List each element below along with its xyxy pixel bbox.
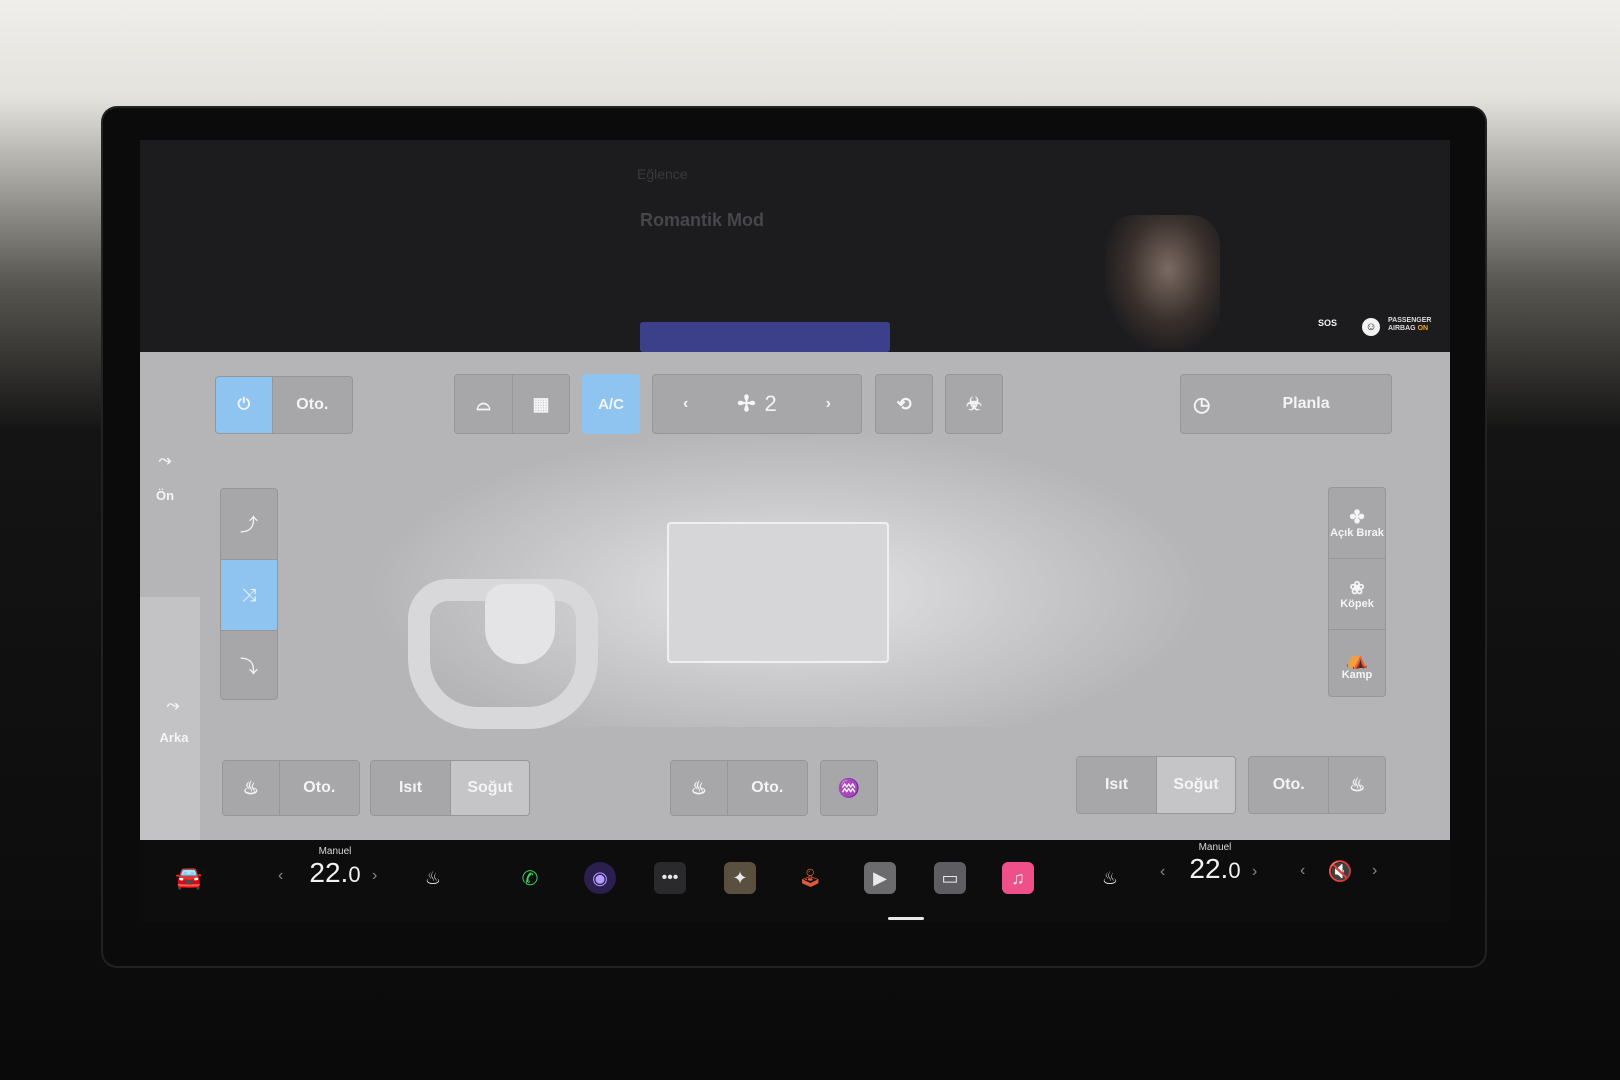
steering-heat-group: ♨ Oto. <box>670 760 808 816</box>
passenger-temp-value: 22.0 <box>1189 853 1241 884</box>
passenger-airbag-status: PASSENGER AIRBAG ON <box>1388 317 1432 332</box>
rear-label[interactable]: Arka <box>154 730 194 745</box>
media-background: Eğlence Romantik Mod <box>140 140 1450 352</box>
driver-temp-decrease[interactable]: ‹ <box>278 867 283 885</box>
media-artwork <box>1105 215 1220 350</box>
camp-mode[interactable]: ⛺ Kamp <box>1329 629 1385 696</box>
recirculate-icon[interactable]: ⟲ <box>875 374 933 434</box>
rear-vent-icon: ⤳ <box>166 697 180 714</box>
ac-button[interactable]: A/C <box>582 374 640 434</box>
sos-indicator: SOS <box>1318 318 1338 328</box>
feet-vent-icon[interactable]: ⤵ <box>221 630 277 699</box>
fan-increase-button[interactable]: › <box>826 395 831 413</box>
defrost-front-icon[interactable]: ⌓ <box>455 375 512 433</box>
driver-seat-auto-button[interactable]: Oto. <box>278 761 359 815</box>
fan-speed-control: ‹ ✢ 2 › <box>652 374 862 434</box>
passenger-cool-button[interactable]: Soğut <box>1156 757 1235 813</box>
dashcam-icon[interactable]: ▭ <box>934 862 966 894</box>
climate-auto-button[interactable]: Oto. <box>271 377 352 433</box>
fan-icon: ✤ <box>1349 507 1365 527</box>
phone-icon[interactable]: ✆ <box>514 862 546 894</box>
media-action-button <box>640 322 890 352</box>
passenger-seat-heat-group: Oto. ♨ <box>1248 756 1386 814</box>
passenger-temp-mode: Manuel <box>1198 842 1232 853</box>
volume-decrease[interactable]: ‹ <box>1300 862 1305 880</box>
fan-icon: ✢ <box>737 391 756 416</box>
screen: Eğlence Romantik Mod SOS ☺ PASSENGER AIR… <box>140 140 1450 922</box>
keep-on-mode[interactable]: ✤ Açık Bırak <box>1329 488 1385 558</box>
driver-temp-increase[interactable]: › <box>372 867 377 885</box>
volume-increase[interactable]: › <box>1372 862 1377 880</box>
steering-auto-button[interactable]: Oto. <box>726 761 807 815</box>
fan-decrease-button[interactable]: ‹ <box>683 395 688 413</box>
driver-temp-mode: Manuel <box>318 846 352 857</box>
tent-icon: ⛺ <box>1345 649 1369 669</box>
passenger-heat-cool-toggle: Isıt Soğut <box>1076 756 1236 814</box>
airbag-icon: ☺ <box>1362 318 1380 336</box>
passenger-seat-heater-icon[interactable]: ♨ <box>1094 862 1126 894</box>
dog-mode[interactable]: ❀ Köpek <box>1329 558 1385 629</box>
music-app-icon[interactable]: ♫ <box>1002 862 1034 894</box>
passenger-temp-decrease[interactable]: ‹ <box>1160 863 1165 881</box>
section-label: Eğlence <box>637 166 688 182</box>
driver-seat-heater-icon[interactable]: ♨ <box>223 761 279 815</box>
steering-heater-icon[interactable]: ♨ <box>671 761 727 815</box>
passenger-heat-button[interactable]: Isıt <box>1077 757 1156 813</box>
passenger-seat-heater-icon[interactable]: ♨ <box>1328 757 1385 813</box>
mute-icon[interactable]: 🔇 <box>1320 855 1360 887</box>
theater-icon[interactable]: ▶ <box>864 862 896 894</box>
driver-temp-value: 22.0 <box>309 857 361 888</box>
front-vent-icon: ⤳ <box>158 452 172 469</box>
steering-hub-illustration <box>485 584 555 664</box>
driver-temp-display[interactable]: Manuel 22.0 <box>300 846 370 889</box>
defrost-rear-icon[interactable]: ▦ <box>511 375 569 433</box>
toybox-icon[interactable]: ✦ <box>724 862 756 894</box>
defrost-group: ⌓ ▦ <box>454 374 570 434</box>
passenger-temp-increase[interactable]: › <box>1252 863 1257 881</box>
driver-seat-heater-icon[interactable]: ♨ <box>417 862 449 894</box>
driver-seat-heat-group: ♨ Oto. <box>222 760 360 816</box>
passenger-temp-display[interactable]: Manuel 22.0 <box>1180 842 1250 885</box>
power-icon[interactable]: ⏻ <box>216 377 272 433</box>
car-icon[interactable]: 🚘 <box>173 862 205 894</box>
driver-heat-cool-toggle: Isıt Soğut <box>370 760 530 816</box>
climate-panel: ⏻ Oto. ⌓ ▦ A/C ‹ ✢ 2 › ⟲ ☣ ◷ Planla ⤳ Ön… <box>140 352 1450 840</box>
climate-keeper-modes: ✤ Açık Bırak ❀ Köpek ⛺ Kamp <box>1328 487 1386 697</box>
driver-heat-button[interactable]: Isıt <box>371 761 450 815</box>
vent-mode-selector: ⤴ ⤨ ⤵ <box>220 488 278 700</box>
schedule-label: Planla <box>1282 395 1330 412</box>
clock-icon: ◷ <box>1193 393 1211 416</box>
more-apps-icon[interactable]: ••• <box>654 862 686 894</box>
dashboard-display-illustration <box>667 522 889 663</box>
camera-icon[interactable]: ◉ <box>584 862 616 894</box>
arcade-icon[interactable]: 🕹 <box>794 862 826 894</box>
schedule-button[interactable]: ◷ Planla <box>1180 374 1392 434</box>
front-label[interactable]: Ön <box>150 488 180 503</box>
rear-zone-strip[interactable] <box>140 597 200 840</box>
wiper-defrost-icon[interactable]: ♒ <box>820 760 878 816</box>
media-title: Romantik Mod <box>640 210 764 230</box>
face-vent-icon[interactable]: ⤴ <box>221 489 277 559</box>
active-app-indicator <box>888 917 924 920</box>
paw-icon: ❀ <box>1349 578 1365 598</box>
driver-cool-button[interactable]: Soğut <box>450 761 529 815</box>
face-feet-vent-icon[interactable]: ⤨ <box>221 559 277 630</box>
fan-speed-value: 2 <box>764 391 777 416</box>
bioweapon-icon[interactable]: ☣ <box>945 374 1003 434</box>
climate-power-group: ⏻ Oto. <box>215 376 353 434</box>
passenger-seat-auto-button[interactable]: Oto. <box>1249 757 1329 813</box>
